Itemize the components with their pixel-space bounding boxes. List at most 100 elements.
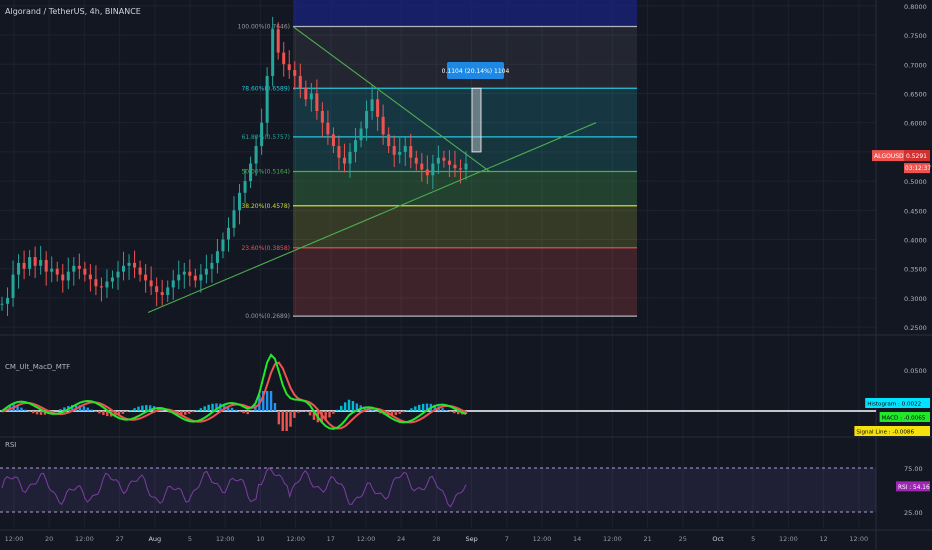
candle-body bbox=[199, 274, 203, 281]
y-tick-label: 0.7500 bbox=[904, 32, 927, 40]
y-tick-label: 0.2500 bbox=[904, 324, 927, 332]
candle-body bbox=[83, 268, 87, 275]
candle-body bbox=[226, 227, 230, 240]
candle-body bbox=[414, 157, 418, 164]
measure-bar bbox=[471, 87, 482, 153]
macd-histogram-bar bbox=[86, 407, 89, 411]
candle-body bbox=[315, 93, 319, 111]
macd-histogram-bar bbox=[28, 411, 31, 412]
fib-zone bbox=[293, 247, 637, 317]
candle-body bbox=[254, 146, 258, 164]
macd-histogram-bar bbox=[418, 404, 421, 411]
macd-histogram-bar bbox=[277, 411, 281, 425]
price-value: 0.5291 bbox=[906, 153, 927, 160]
macd-badge-text: Histogram : 0.0022 bbox=[867, 402, 921, 408]
macd-histogram-bar bbox=[195, 410, 199, 411]
macd-histogram-bar bbox=[242, 411, 245, 414]
macd-histogram-bar bbox=[445, 410, 448, 411]
candle-body bbox=[287, 64, 291, 71]
fib-zone bbox=[293, 26, 637, 89]
macd-histogram-bar bbox=[453, 411, 456, 414]
candle-body bbox=[0, 303, 4, 305]
macd-histogram-bar bbox=[39, 411, 43, 415]
macd-histogram-bar bbox=[441, 408, 444, 411]
x-tick-label: 24 bbox=[397, 535, 405, 543]
candle-body bbox=[381, 116, 385, 135]
y-tick-label: 0.6500 bbox=[904, 90, 927, 98]
y-tick-label: 0.5000 bbox=[904, 178, 927, 186]
candle-body bbox=[243, 181, 247, 193]
candle-body bbox=[149, 280, 153, 287]
macd-histogram-bar bbox=[137, 406, 140, 411]
x-tick-label: Sep bbox=[465, 535, 477, 543]
macd-histogram-bar bbox=[402, 411, 405, 413]
macd-histogram-bar bbox=[269, 391, 273, 411]
price-time: 03:12:37 bbox=[905, 166, 931, 172]
candle-body bbox=[210, 262, 214, 269]
y-tick-label: 0.4000 bbox=[904, 237, 927, 245]
macd-histogram-bar bbox=[304, 411, 308, 413]
candle-body bbox=[458, 168, 462, 170]
macd-histogram-bar bbox=[121, 411, 125, 414]
fib-label: 38.20%(0.4578) bbox=[241, 203, 290, 210]
candle-body bbox=[144, 274, 148, 281]
x-tick-label: 12 bbox=[819, 535, 827, 543]
candle-body bbox=[249, 163, 253, 182]
x-tick-label: 12:00 bbox=[603, 535, 622, 543]
candle-body bbox=[232, 210, 236, 228]
macd-histogram-bar bbox=[398, 411, 401, 414]
x-tick-label: 5 bbox=[751, 535, 755, 543]
candle-body bbox=[138, 267, 142, 275]
macd-histogram-bar bbox=[90, 409, 93, 411]
candle-body bbox=[420, 163, 424, 170]
macd-histogram-bar bbox=[308, 411, 312, 416]
candle-body bbox=[331, 134, 335, 147]
candle-body bbox=[39, 259, 43, 266]
y-tick-label: 0.3500 bbox=[904, 266, 927, 274]
chart-canvas[interactable]: 100.00%(0.7646)78.60%(0.6589)61.80%(0.57… bbox=[0, 0, 932, 550]
macd-label: CM_Ult_MacD_MTF bbox=[5, 363, 71, 371]
macd-histogram-bar bbox=[394, 411, 398, 416]
candle-body bbox=[337, 146, 341, 158]
candle-body bbox=[447, 160, 451, 165]
x-tick-label: 5 bbox=[188, 535, 192, 543]
y-tick-label: 0.6000 bbox=[904, 120, 927, 128]
candle-body bbox=[44, 259, 48, 272]
candle-body bbox=[28, 257, 32, 269]
candle-body bbox=[17, 262, 21, 275]
candle-body bbox=[348, 151, 352, 164]
candle-body bbox=[166, 287, 170, 296]
candle-body bbox=[99, 286, 103, 288]
fib-label: 100.00%(0.7646) bbox=[238, 24, 290, 31]
y-tick-label: 0.8000 bbox=[904, 3, 927, 11]
candle-body bbox=[260, 122, 264, 147]
y-tick-label: 0.7000 bbox=[904, 61, 927, 69]
macd-histogram-bar bbox=[375, 411, 378, 412]
macd-histogram-bar bbox=[203, 406, 206, 411]
x-tick-label: 21 bbox=[643, 535, 651, 543]
candle-body bbox=[188, 271, 192, 276]
candle-body bbox=[6, 297, 10, 304]
candle-body bbox=[276, 29, 280, 53]
candle-body bbox=[155, 286, 159, 293]
candle-body bbox=[392, 146, 396, 155]
candle-body bbox=[171, 280, 175, 288]
macd-histogram-bar bbox=[133, 408, 136, 411]
candle-body bbox=[238, 192, 242, 211]
candle-body bbox=[133, 262, 137, 268]
fib-zone bbox=[293, 205, 637, 248]
candle-body bbox=[298, 75, 302, 88]
macd-histogram-bar bbox=[24, 409, 27, 411]
macd-histogram-bar bbox=[59, 409, 62, 411]
macd-histogram-bar bbox=[449, 411, 452, 412]
candle-body bbox=[320, 111, 324, 123]
x-tick-label: 25 bbox=[679, 535, 687, 543]
candle-body bbox=[304, 87, 308, 100]
macd-histogram-bar bbox=[94, 411, 97, 412]
macd-histogram-bar bbox=[246, 411, 249, 415]
x-tick-label: 12:00 bbox=[216, 535, 235, 543]
y-tick-label: 0.3000 bbox=[904, 295, 927, 303]
macd-histogram-bar bbox=[347, 399, 351, 411]
macd-histogram-bar bbox=[273, 403, 277, 411]
candle-body bbox=[72, 265, 76, 272]
